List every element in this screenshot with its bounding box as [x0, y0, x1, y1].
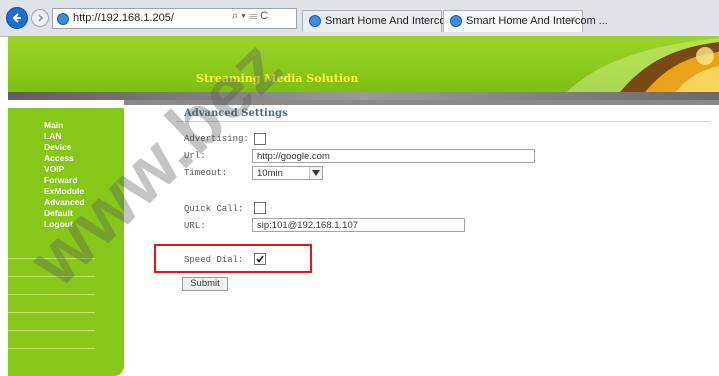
browser-tab-2[interactable]: Smart Home And Intercom ... × — [443, 10, 608, 32]
chevron-down-icon — [309, 167, 322, 179]
timeout-label: Timeout: — [184, 168, 228, 178]
sidebar-item-exmodule[interactable]: ExModule — [8, 186, 124, 197]
sidebar-item-lan[interactable]: LAN — [8, 131, 124, 142]
sidebar: Main LAN Device Access VOIP Forward ExMo… — [8, 100, 124, 376]
arrow-left-icon — [12, 13, 21, 23]
forward-button[interactable] — [31, 9, 49, 27]
sidebar-divider — [8, 330, 95, 331]
banner-title: Streaming Media Solution — [196, 72, 359, 85]
quick-call-label: Quick Call: — [184, 204, 244, 214]
ie-page-icon — [450, 15, 462, 27]
timeout-value: 10min — [257, 168, 283, 179]
ie-page-icon — [57, 13, 69, 25]
ie-page-icon — [309, 15, 321, 27]
browser-toolbar: http://192.168.1.205/ ⌕ ▾ ☰ C Smart Home… — [0, 0, 719, 37]
sidebar-item-forward[interactable]: Forward — [8, 175, 124, 186]
address-text: http://192.168.1.205/ — [73, 12, 174, 24]
sidebar-divider — [8, 294, 95, 295]
page-banner: Streaming Media Solution — [8, 36, 719, 100]
back-button[interactable] — [6, 7, 28, 29]
sidebar-menu: Main LAN Device Access VOIP Forward ExMo… — [8, 120, 124, 230]
sidebar-item-device[interactable]: Device — [8, 142, 124, 153]
sidebar-divider — [8, 258, 95, 259]
decorative-art-icon — [559, 38, 719, 100]
address-tools[interactable]: ⌕ ▾ ☰ C — [232, 10, 268, 23]
banner-divider — [8, 92, 719, 100]
sidebar-item-advanced[interactable]: Advanced — [8, 197, 124, 208]
page-title: Advanced Settings — [184, 108, 288, 119]
arrow-right-icon — [38, 14, 44, 22]
sidebar-divider — [8, 312, 95, 313]
url-input[interactable] — [252, 149, 535, 163]
advertising-label: Advertising: — [184, 134, 249, 144]
sidebar-divider — [8, 276, 95, 277]
speed-dial-checkbox[interactable] — [254, 253, 266, 265]
close-icon[interactable]: × — [570, 14, 576, 26]
sidebar-item-logout[interactable]: Logout — [8, 219, 124, 230]
content-top-bar — [124, 100, 719, 105]
checkmark-icon — [256, 255, 264, 263]
sidebar-divider — [8, 348, 95, 349]
sidebar-item-default[interactable]: Default — [8, 208, 124, 219]
tab-label: Smart Home And Intercom ... — [466, 15, 608, 27]
sidebar-item-main[interactable]: Main — [8, 120, 124, 131]
advertising-checkbox[interactable] — [254, 133, 266, 145]
title-divider — [176, 121, 711, 122]
url-label: Url: — [184, 151, 206, 161]
browser-tab-1[interactable]: Smart Home And Intercom Sys... — [302, 10, 485, 32]
sidebar-item-access[interactable]: Access — [8, 153, 124, 164]
sidebar-item-voip[interactable]: VOIP — [8, 164, 124, 175]
sidebar-top-gap — [8, 100, 124, 108]
quick-url-label: URL: — [184, 221, 206, 231]
main-content: Advanced Settings Advertising: Url: Time… — [124, 100, 719, 376]
speed-dial-label: Speed Dial: — [184, 255, 244, 265]
timeout-select[interactable]: 10min — [252, 166, 323, 180]
quick-call-checkbox[interactable] — [254, 202, 266, 214]
submit-button[interactable]: Submit — [182, 277, 228, 291]
quick-url-input[interactable] — [252, 218, 465, 232]
